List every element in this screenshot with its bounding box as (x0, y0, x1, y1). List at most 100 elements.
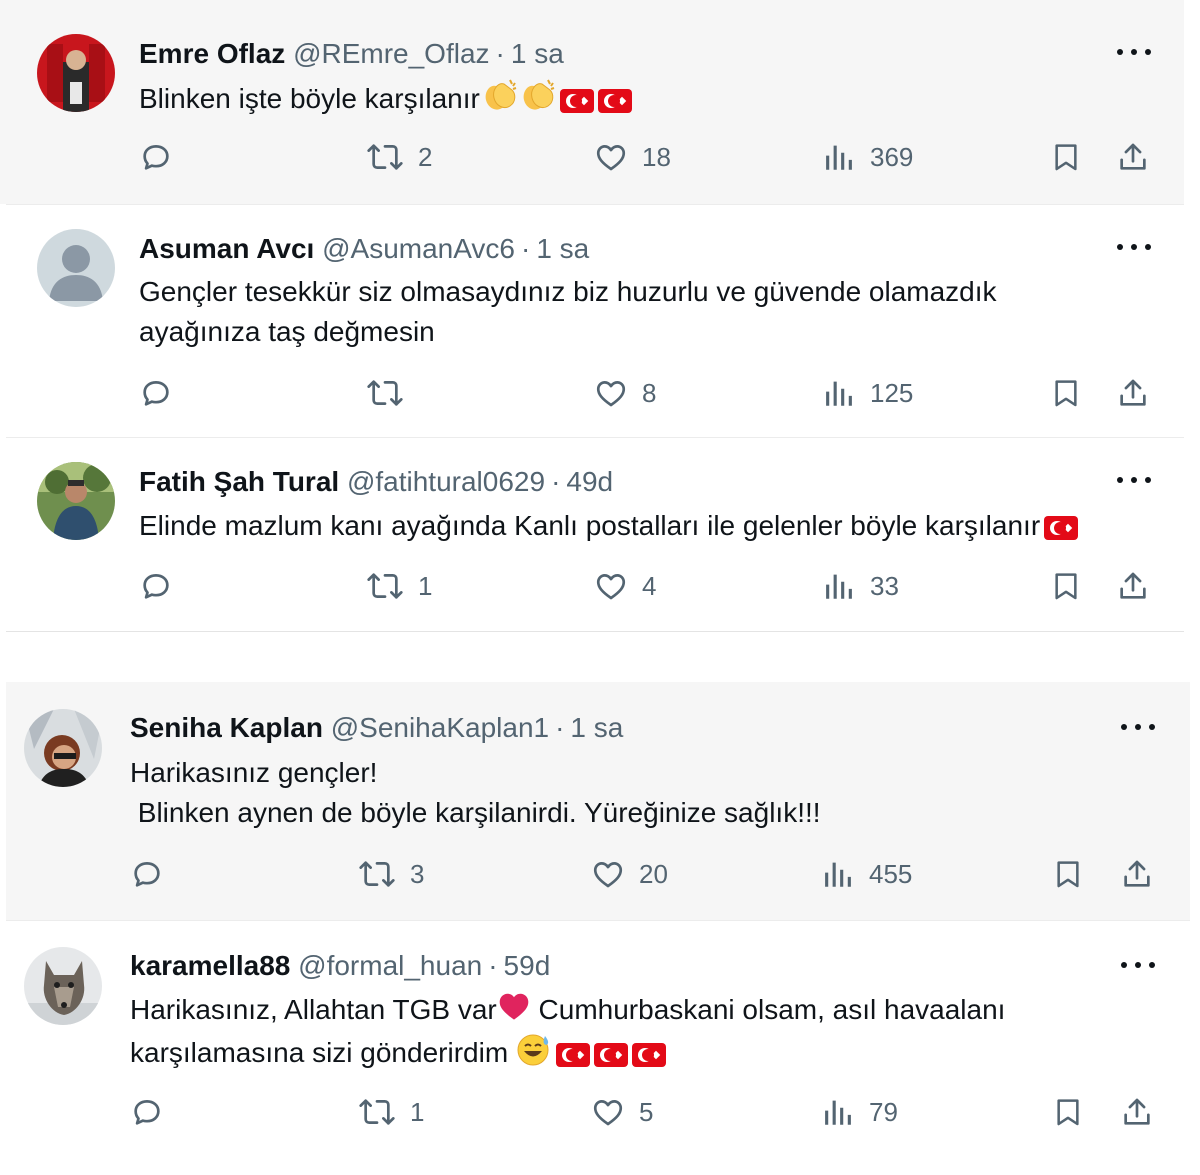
retweet-count: 1 (418, 570, 433, 601)
action-bar: 8 125 (6, 376, 1184, 416)
retweet-button[interactable] (366, 376, 418, 410)
views-button[interactable]: 455 (821, 857, 912, 891)
bookmark-icon (1057, 1099, 1079, 1126)
bookmark-icon (1055, 573, 1077, 600)
tweet-card[interactable]: Asuman Avcı @AsumanAvc6 · 1 sa Gençler tes… (6, 204, 1184, 436)
reply-button[interactable] (130, 857, 178, 891)
more-icon[interactable] (1121, 958, 1155, 972)
share-button[interactable] (1116, 569, 1150, 603)
display-name[interactable]: karamella88 (130, 950, 290, 981)
tweet-line: Blinken işte böyle karşılanır (139, 82, 480, 114)
tweet-card[interactable]: karamella88 @formal_huan · 59d Harikasınız… (6, 920, 1190, 1162)
tweet-card[interactable]: Seniha Kaplan @SenihaKaplan1 · 1 sa Harika… (6, 682, 1190, 920)
retweet-icon (367, 573, 403, 599)
bookmark-button[interactable] (1050, 376, 1082, 410)
share-button[interactable] (1116, 140, 1150, 174)
user-handle[interactable]: @SenihaKaplan1 (331, 712, 549, 743)
views-button[interactable]: 369 (822, 140, 913, 174)
like-button[interactable]: 5 (591, 1095, 653, 1129)
tweet-header: Seniha Kaplan @SenihaKaplan1 · 1 sa (130, 711, 623, 745)
tweet-card[interactable]: Emre Oflaz @REmre_Oflaz · 1 sa Blinken işt… (0, 0, 1184, 204)
views-count: 455 (869, 858, 913, 889)
user-handle[interactable]: @formal_huan (298, 950, 482, 981)
retweet-icon (367, 144, 403, 170)
action-bar: 1 5 79 (6, 1095, 1190, 1135)
avatar[interactable] (24, 947, 102, 1025)
user-handle[interactable]: @REmre_Oflaz (293, 38, 489, 69)
timestamp[interactable]: 1 sa (536, 233, 589, 264)
reply-icon (143, 574, 169, 599)
like-button[interactable]: 18 (594, 140, 671, 174)
views-button[interactable]: 33 (822, 569, 899, 603)
timestamp[interactable]: 49d (566, 466, 613, 497)
retweet-button[interactable]: 2 (366, 140, 432, 174)
avatar[interactable] (24, 709, 102, 787)
share-icon (1120, 143, 1146, 170)
reply-icon (143, 145, 169, 170)
like-count: 5 (639, 1096, 654, 1127)
reply-button[interactable] (139, 140, 187, 174)
tweet-header: Emre Oflaz @REmre_Oflaz · 1 sa (139, 37, 564, 71)
clapping-hands-icon (480, 78, 518, 123)
turkey-flag-icon (631, 1042, 666, 1067)
timestamp[interactable]: 59d (504, 950, 551, 981)
timestamp[interactable]: 1 sa (511, 38, 564, 69)
like-button[interactable]: 20 (591, 857, 668, 891)
share-icon (1124, 1098, 1150, 1125)
more-icon[interactable] (1117, 473, 1151, 487)
tweet-text: Harikasınız gençler! Blinken aynen de bö… (130, 753, 821, 833)
display-name[interactable]: Seniha Kaplan (130, 712, 323, 743)
more-icon[interactable] (1117, 240, 1151, 254)
views-button[interactable]: 79 (821, 1095, 898, 1129)
like-count: 8 (642, 377, 657, 408)
retweet-count: 2 (418, 141, 433, 172)
share-button[interactable] (1120, 1095, 1154, 1129)
separator-dot: · (555, 712, 565, 743)
display-name[interactable]: Asuman Avcı (139, 233, 314, 264)
separator-dot: · (521, 233, 531, 264)
share-button[interactable] (1120, 857, 1154, 891)
tweet-header: Asuman Avcı @AsumanAvc6 · 1 sa (139, 232, 589, 266)
tweet-line: Gençler tesekkür siz olmasaydınız biz hu… (139, 276, 997, 307)
like-button[interactable]: 4 (594, 569, 656, 603)
bookmark-button[interactable] (1052, 857, 1084, 891)
share-button[interactable] (1116, 376, 1150, 410)
share-icon (1120, 379, 1146, 406)
bookmark-icon (1055, 380, 1077, 407)
user-handle[interactable]: @fatihtural0629 (347, 466, 545, 497)
views-button[interactable]: 125 (822, 376, 913, 410)
views-icon (825, 862, 851, 887)
turkey-flag-icon (555, 1042, 590, 1067)
bookmark-button[interactable] (1050, 140, 1082, 174)
more-icon[interactable] (1121, 720, 1155, 734)
timestamp[interactable]: 1 sa (570, 712, 623, 743)
like-icon (596, 145, 626, 171)
like-button[interactable]: 8 (594, 376, 656, 410)
display-name[interactable]: Fatih Şah Tural (139, 466, 339, 497)
reply-button[interactable] (139, 569, 187, 603)
retweet-button[interactable]: 1 (366, 569, 432, 603)
avatar[interactable] (37, 34, 115, 112)
action-bar: 3 20 455 (6, 857, 1190, 897)
reply-button[interactable] (139, 376, 187, 410)
retweet-button[interactable]: 3 (358, 857, 424, 891)
tweet-line: karşılamasına sizi gönderirdim (130, 1037, 516, 1068)
reply-icon (134, 1100, 160, 1125)
avatar[interactable] (37, 462, 115, 540)
retweet-button[interactable]: 1 (358, 1095, 424, 1129)
avatar[interactable] (37, 229, 115, 307)
tweet-card[interactable]: Fatih Şah Tural @fatihtural0629 · 49d Elin… (6, 437, 1184, 632)
reply-button[interactable] (130, 1095, 178, 1129)
clapping-hands-icon (518, 78, 556, 123)
bookmark-button[interactable] (1052, 1095, 1084, 1129)
section-gap (0, 634, 1200, 682)
views-icon (826, 381, 852, 406)
more-icon[interactable] (1117, 45, 1151, 59)
bookmark-button[interactable] (1050, 569, 1082, 603)
user-handle[interactable]: @AsumanAvc6 (322, 233, 515, 264)
views-count: 79 (869, 1096, 898, 1127)
views-count: 125 (870, 377, 914, 408)
like-icon (593, 1100, 623, 1126)
display-name[interactable]: Emre Oflaz (139, 38, 285, 69)
tweet-header: karamella88 @formal_huan · 59d (130, 949, 550, 983)
